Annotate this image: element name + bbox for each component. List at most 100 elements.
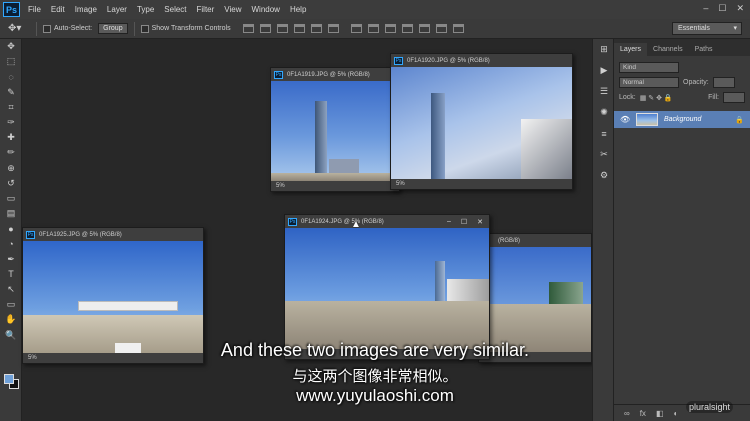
- add-mask-icon[interactable]: ◧: [656, 409, 664, 418]
- lasso-icon[interactable]: ◌: [0, 69, 22, 84]
- layer-background[interactable]: 👁 Background 🔒: [614, 111, 750, 128]
- minimize-icon[interactable]: –: [447, 218, 451, 226]
- menu-layer[interactable]: Layer: [107, 5, 127, 14]
- opacity-field[interactable]: [712, 77, 735, 88]
- workspace-switcher[interactable]: Essentials: [672, 22, 742, 35]
- menu-filter[interactable]: Filter: [197, 5, 215, 14]
- stamp-icon[interactable]: ⊕: [0, 161, 22, 176]
- distribute-center-icon[interactable]: [418, 24, 430, 33]
- panel-dock: ⊞ ▶ ☰ ✺ ≡ ✂ ⚙: [592, 39, 614, 421]
- properties-panel-icon[interactable]: ☰: [593, 81, 615, 102]
- close-icon[interactable]: ✕: [477, 218, 483, 226]
- document-title: 0F1A1920.JPG @ 5% (RGB/8): [407, 57, 490, 64]
- eyedropper-icon[interactable]: ✑: [0, 115, 22, 130]
- distribute-buttons: [350, 24, 464, 33]
- menu-select[interactable]: Select: [164, 5, 186, 14]
- align-bottom-icon[interactable]: [276, 24, 288, 33]
- zoom-level[interactable]: 5%: [396, 181, 405, 187]
- document-title-bar[interactable]: Ps 0F1A1924.JPG @ 5% (RGB/8) – ☐ ✕: [285, 215, 489, 228]
- shape-icon[interactable]: ▭: [0, 297, 22, 312]
- tool-presets-panel-icon[interactable]: ✂: [593, 144, 615, 165]
- menu-type[interactable]: Type: [137, 5, 154, 14]
- menu-bar: Ps File Edit Image Layer Type Select Fil…: [0, 0, 750, 19]
- align-middle-icon[interactable]: [259, 24, 271, 33]
- dodge-icon[interactable]: ◔: [0, 236, 22, 251]
- gradient-icon[interactable]: ▤: [0, 206, 22, 221]
- align-center-icon[interactable]: [310, 24, 322, 33]
- menu-window[interactable]: Window: [252, 5, 280, 14]
- history-panel-icon[interactable]: ⊞: [593, 39, 615, 60]
- adjustment-layer-icon[interactable]: ◐: [674, 409, 679, 418]
- menu-file[interactable]: File: [28, 5, 41, 14]
- blur-icon[interactable]: ●: [0, 221, 22, 236]
- layer-thumbnail: [636, 113, 658, 126]
- hand-icon[interactable]: ✋: [0, 312, 22, 327]
- align-left-icon[interactable]: [293, 24, 305, 33]
- align-right-icon[interactable]: [327, 24, 339, 33]
- eraser-icon[interactable]: ▭: [0, 191, 22, 206]
- document-window-1919[interactable]: Ps 0F1A1919.JPG @ 5% (RGB/8) 5%: [270, 67, 400, 192]
- menu-view[interactable]: View: [224, 5, 241, 14]
- document-window-1920[interactable]: Ps 0F1A1920.JPG @ 5% (RGB/8) 5%: [390, 53, 573, 190]
- move-icon[interactable]: ✥: [0, 39, 22, 54]
- minimize-icon[interactable]: –: [703, 3, 708, 14]
- foreground-color-swatch[interactable]: [4, 374, 14, 384]
- paragraph-panel-icon[interactable]: ≡: [593, 123, 615, 144]
- maximize-icon[interactable]: ☐: [461, 218, 467, 226]
- menu-help[interactable]: Help: [290, 5, 306, 14]
- lock-icons[interactable]: ▦ ✎ ✥ 🔒: [640, 94, 673, 102]
- brush-icon[interactable]: ✏: [0, 145, 22, 160]
- distribute-middle-icon[interactable]: [367, 24, 379, 33]
- ps-doc-icon: Ps: [394, 56, 403, 65]
- menu-edit[interactable]: Edit: [51, 5, 65, 14]
- menu-image[interactable]: Image: [75, 5, 97, 14]
- adjustments-panel-icon[interactable]: ✺: [593, 102, 615, 123]
- tools-panel: ✥ ⬚ ◌ ✎ ⌗ ✑ ✚ ✏ ⊕ ↺ ▭ ▤ ● ◔ ✒ T ↖ ▭ ✋ 🔍: [0, 39, 22, 421]
- tab-layers[interactable]: Layers: [614, 43, 648, 56]
- document-title-bar[interactable]: (RGB/8): [479, 234, 591, 247]
- align-top-icon[interactable]: [242, 24, 254, 33]
- distribute-top-icon[interactable]: [350, 24, 362, 33]
- path-select-icon[interactable]: ↖: [0, 282, 22, 297]
- auto-select-dropdown[interactable]: Group: [98, 23, 128, 34]
- fx-icon[interactable]: fx: [640, 409, 646, 418]
- distribute-bottom-icon[interactable]: [384, 24, 396, 33]
- distribute-left-icon[interactable]: [401, 24, 413, 33]
- fill-field[interactable]: [723, 92, 745, 103]
- divider: [36, 21, 37, 36]
- transform-controls-label: Show Transform Controls: [151, 25, 231, 32]
- link-layers-icon[interactable]: ∞: [624, 409, 630, 418]
- kind-filter[interactable]: Kind: [619, 62, 679, 73]
- layers-panel: Layers Channels Paths Kind Normal Opacit…: [614, 39, 750, 421]
- blend-mode-select[interactable]: Normal: [619, 77, 679, 88]
- history-brush-icon[interactable]: ↺: [0, 176, 22, 191]
- panel-tabs: Layers Channels Paths: [614, 39, 750, 56]
- maximize-icon[interactable]: ☐: [718, 3, 726, 14]
- distribute-right-icon[interactable]: [435, 24, 447, 33]
- document-window-1924[interactable]: Ps 0F1A1924.JPG @ 5% (RGB/8) – ☐ ✕: [284, 214, 490, 360]
- visibility-eye-icon[interactable]: 👁: [620, 115, 630, 124]
- lock-icon: 🔒: [735, 116, 744, 124]
- tool-preset-icon[interactable]: ✥▾: [8, 23, 30, 34]
- document-title-bar[interactable]: Ps 0F1A1920.JPG @ 5% (RGB/8): [391, 54, 572, 67]
- actions-panel-icon[interactable]: ▶: [593, 60, 615, 81]
- pen-icon[interactable]: ✒: [0, 252, 22, 267]
- document-title-bar[interactable]: Ps 0F1A1925.JPG @ 5% (RGB/8): [23, 228, 203, 241]
- marquee-icon[interactable]: ⬚: [0, 54, 22, 69]
- type-icon[interactable]: T: [0, 267, 22, 282]
- zoom-level[interactable]: 5%: [276, 183, 285, 189]
- quick-select-icon[interactable]: ✎: [0, 85, 22, 100]
- layer-name: Background: [664, 116, 702, 123]
- document-window-controls: – ☐ ✕: [447, 218, 489, 226]
- document-title-bar[interactable]: Ps 0F1A1919.JPG @ 5% (RGB/8): [271, 68, 399, 81]
- transform-controls-checkbox[interactable]: [140, 24, 149, 33]
- brush-panel-icon[interactable]: ⚙: [593, 165, 615, 186]
- crop-icon[interactable]: ⌗: [0, 100, 22, 115]
- auto-select-checkbox[interactable]: [43, 24, 51, 33]
- healing-icon[interactable]: ✚: [0, 130, 22, 145]
- auto-align-icon[interactable]: [452, 24, 464, 33]
- close-icon[interactable]: ✕: [736, 3, 744, 14]
- lock-row: Lock: ▦ ✎ ✥ 🔒 Fill:: [614, 90, 750, 105]
- tab-paths[interactable]: Paths: [689, 43, 719, 56]
- tab-channels[interactable]: Channels: [647, 43, 689, 56]
